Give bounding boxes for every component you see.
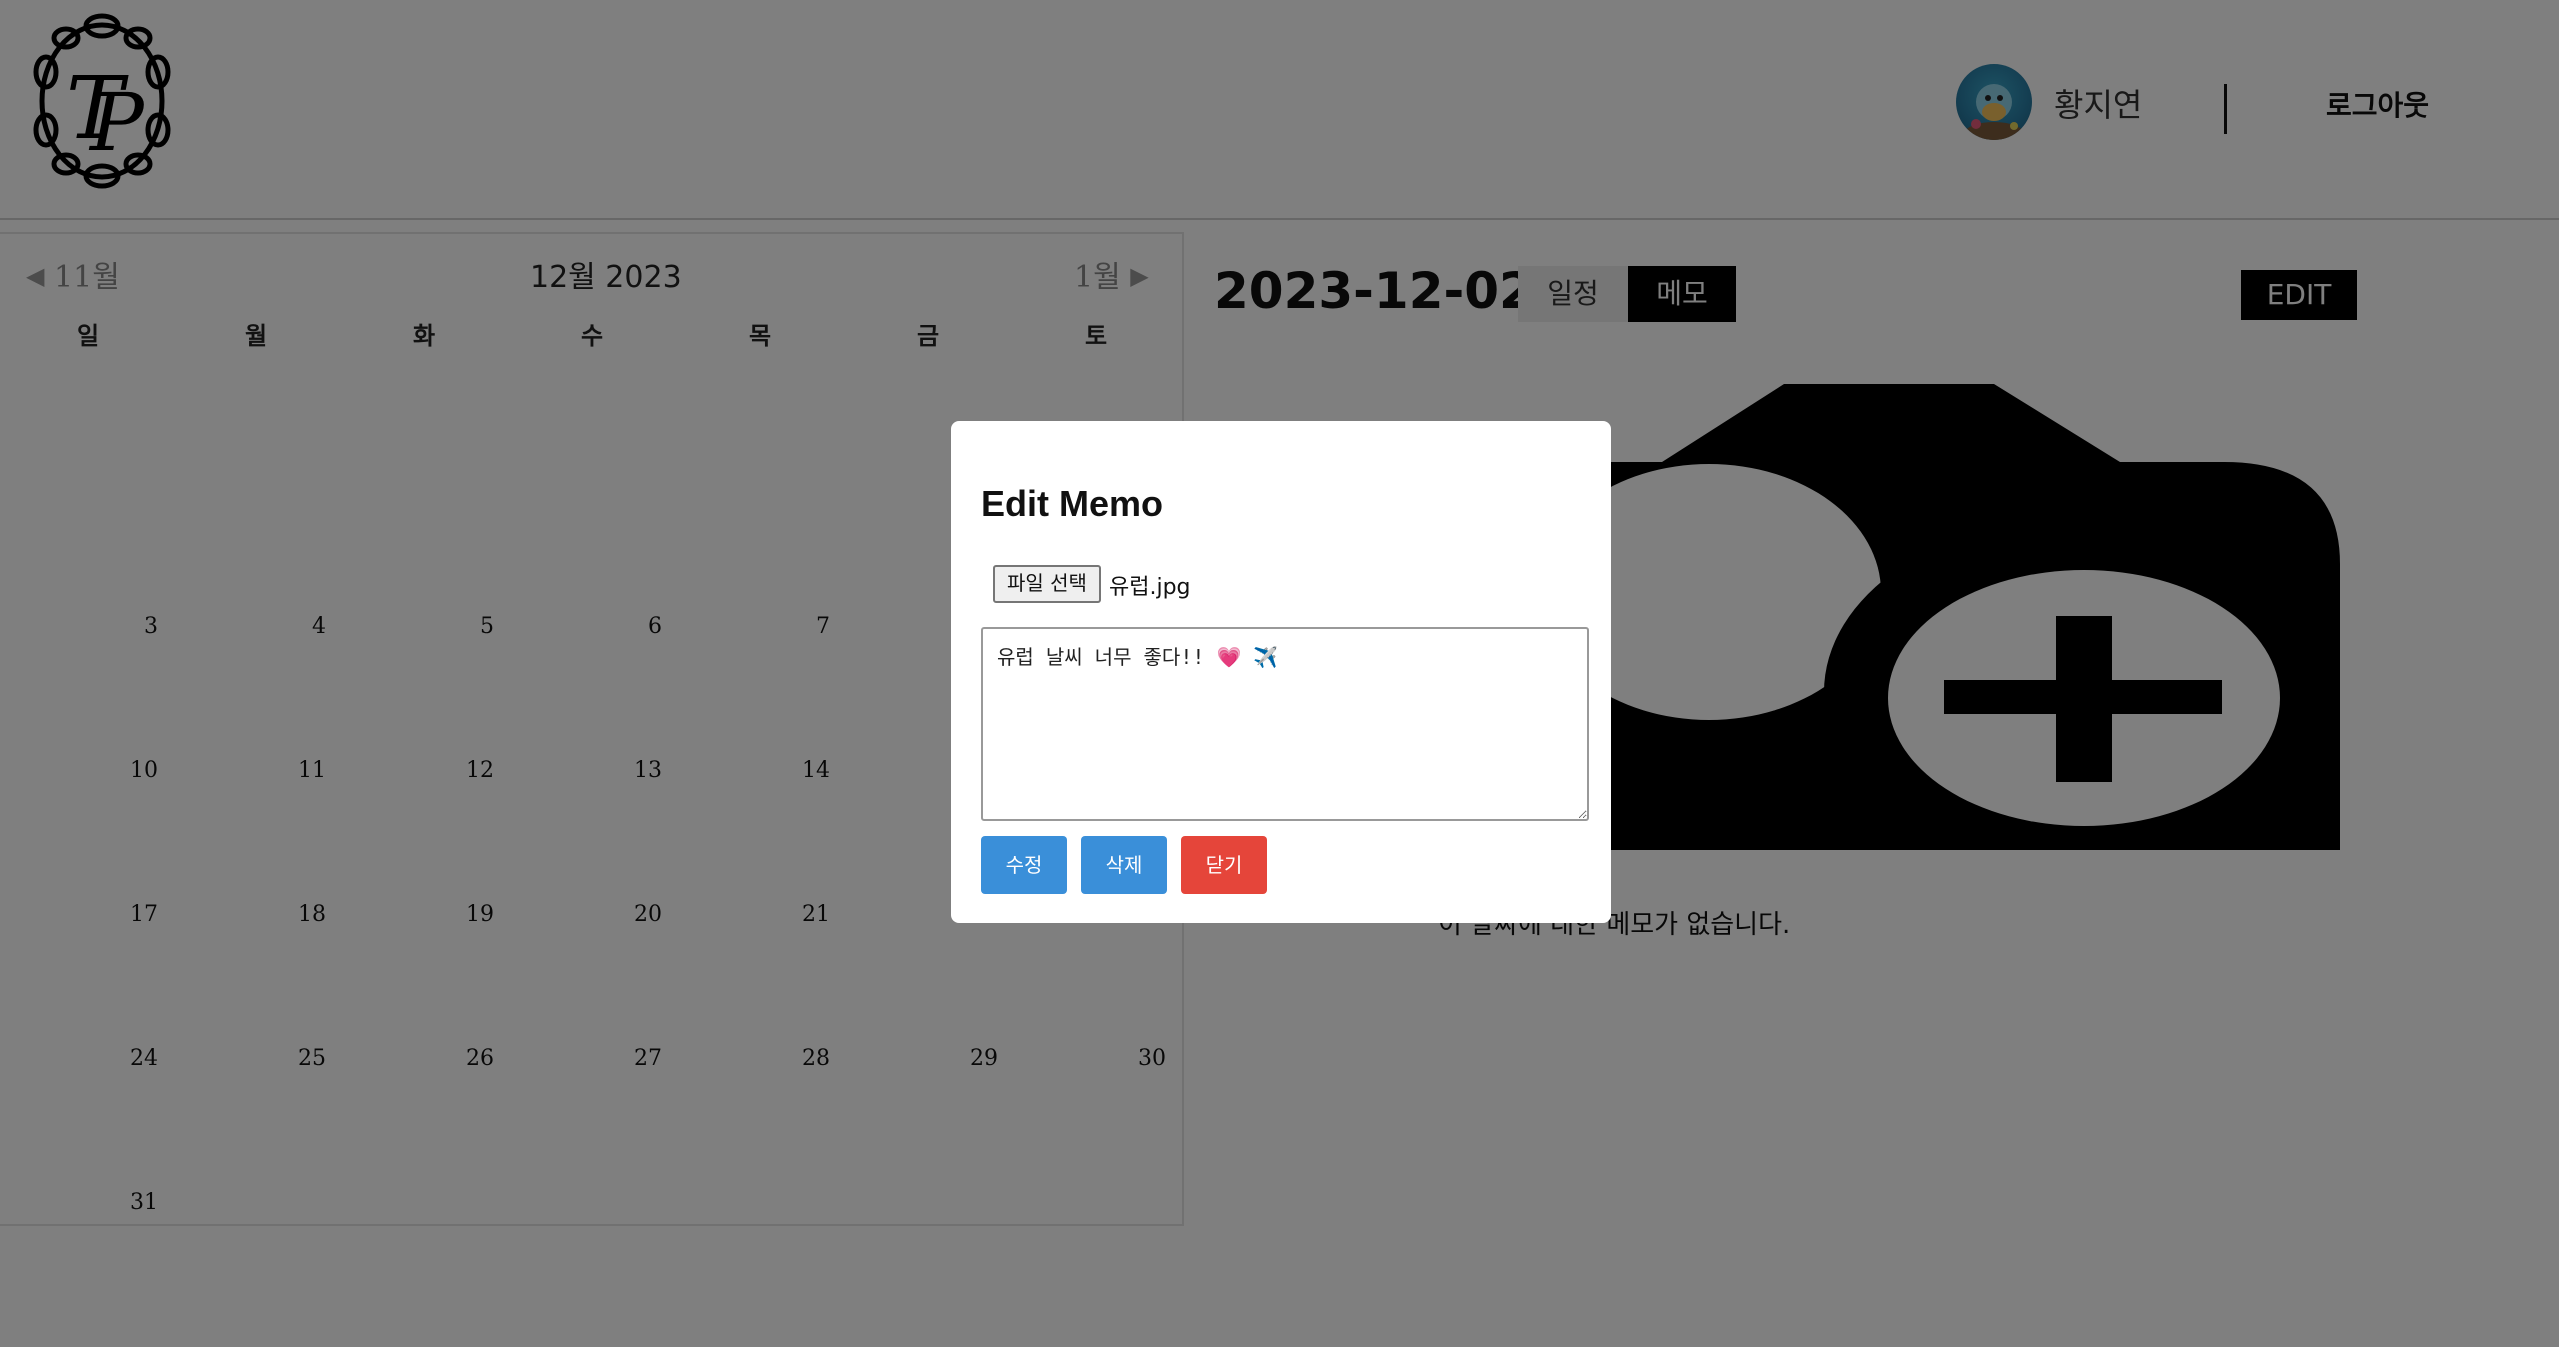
delete-button[interactable]: 삭제 xyxy=(1081,836,1167,894)
modal-title: Edit Memo xyxy=(981,483,1164,524)
memo-textarea[interactable]: 유럽 날씨 너무 좋다!! 💗 ✈️ xyxy=(981,627,1589,821)
update-button[interactable]: 수정 xyxy=(981,836,1067,894)
file-select-button[interactable]: 파일 선택 xyxy=(993,565,1101,603)
selected-file-name: 유럽.jpg xyxy=(1109,575,1191,600)
edit-memo-modal: Edit Memo 파일 선택 유럽.jpg 유럽 날씨 너무 좋다!! 💗 ✈… xyxy=(951,421,1611,923)
close-button[interactable]: 닫기 xyxy=(1181,836,1267,894)
